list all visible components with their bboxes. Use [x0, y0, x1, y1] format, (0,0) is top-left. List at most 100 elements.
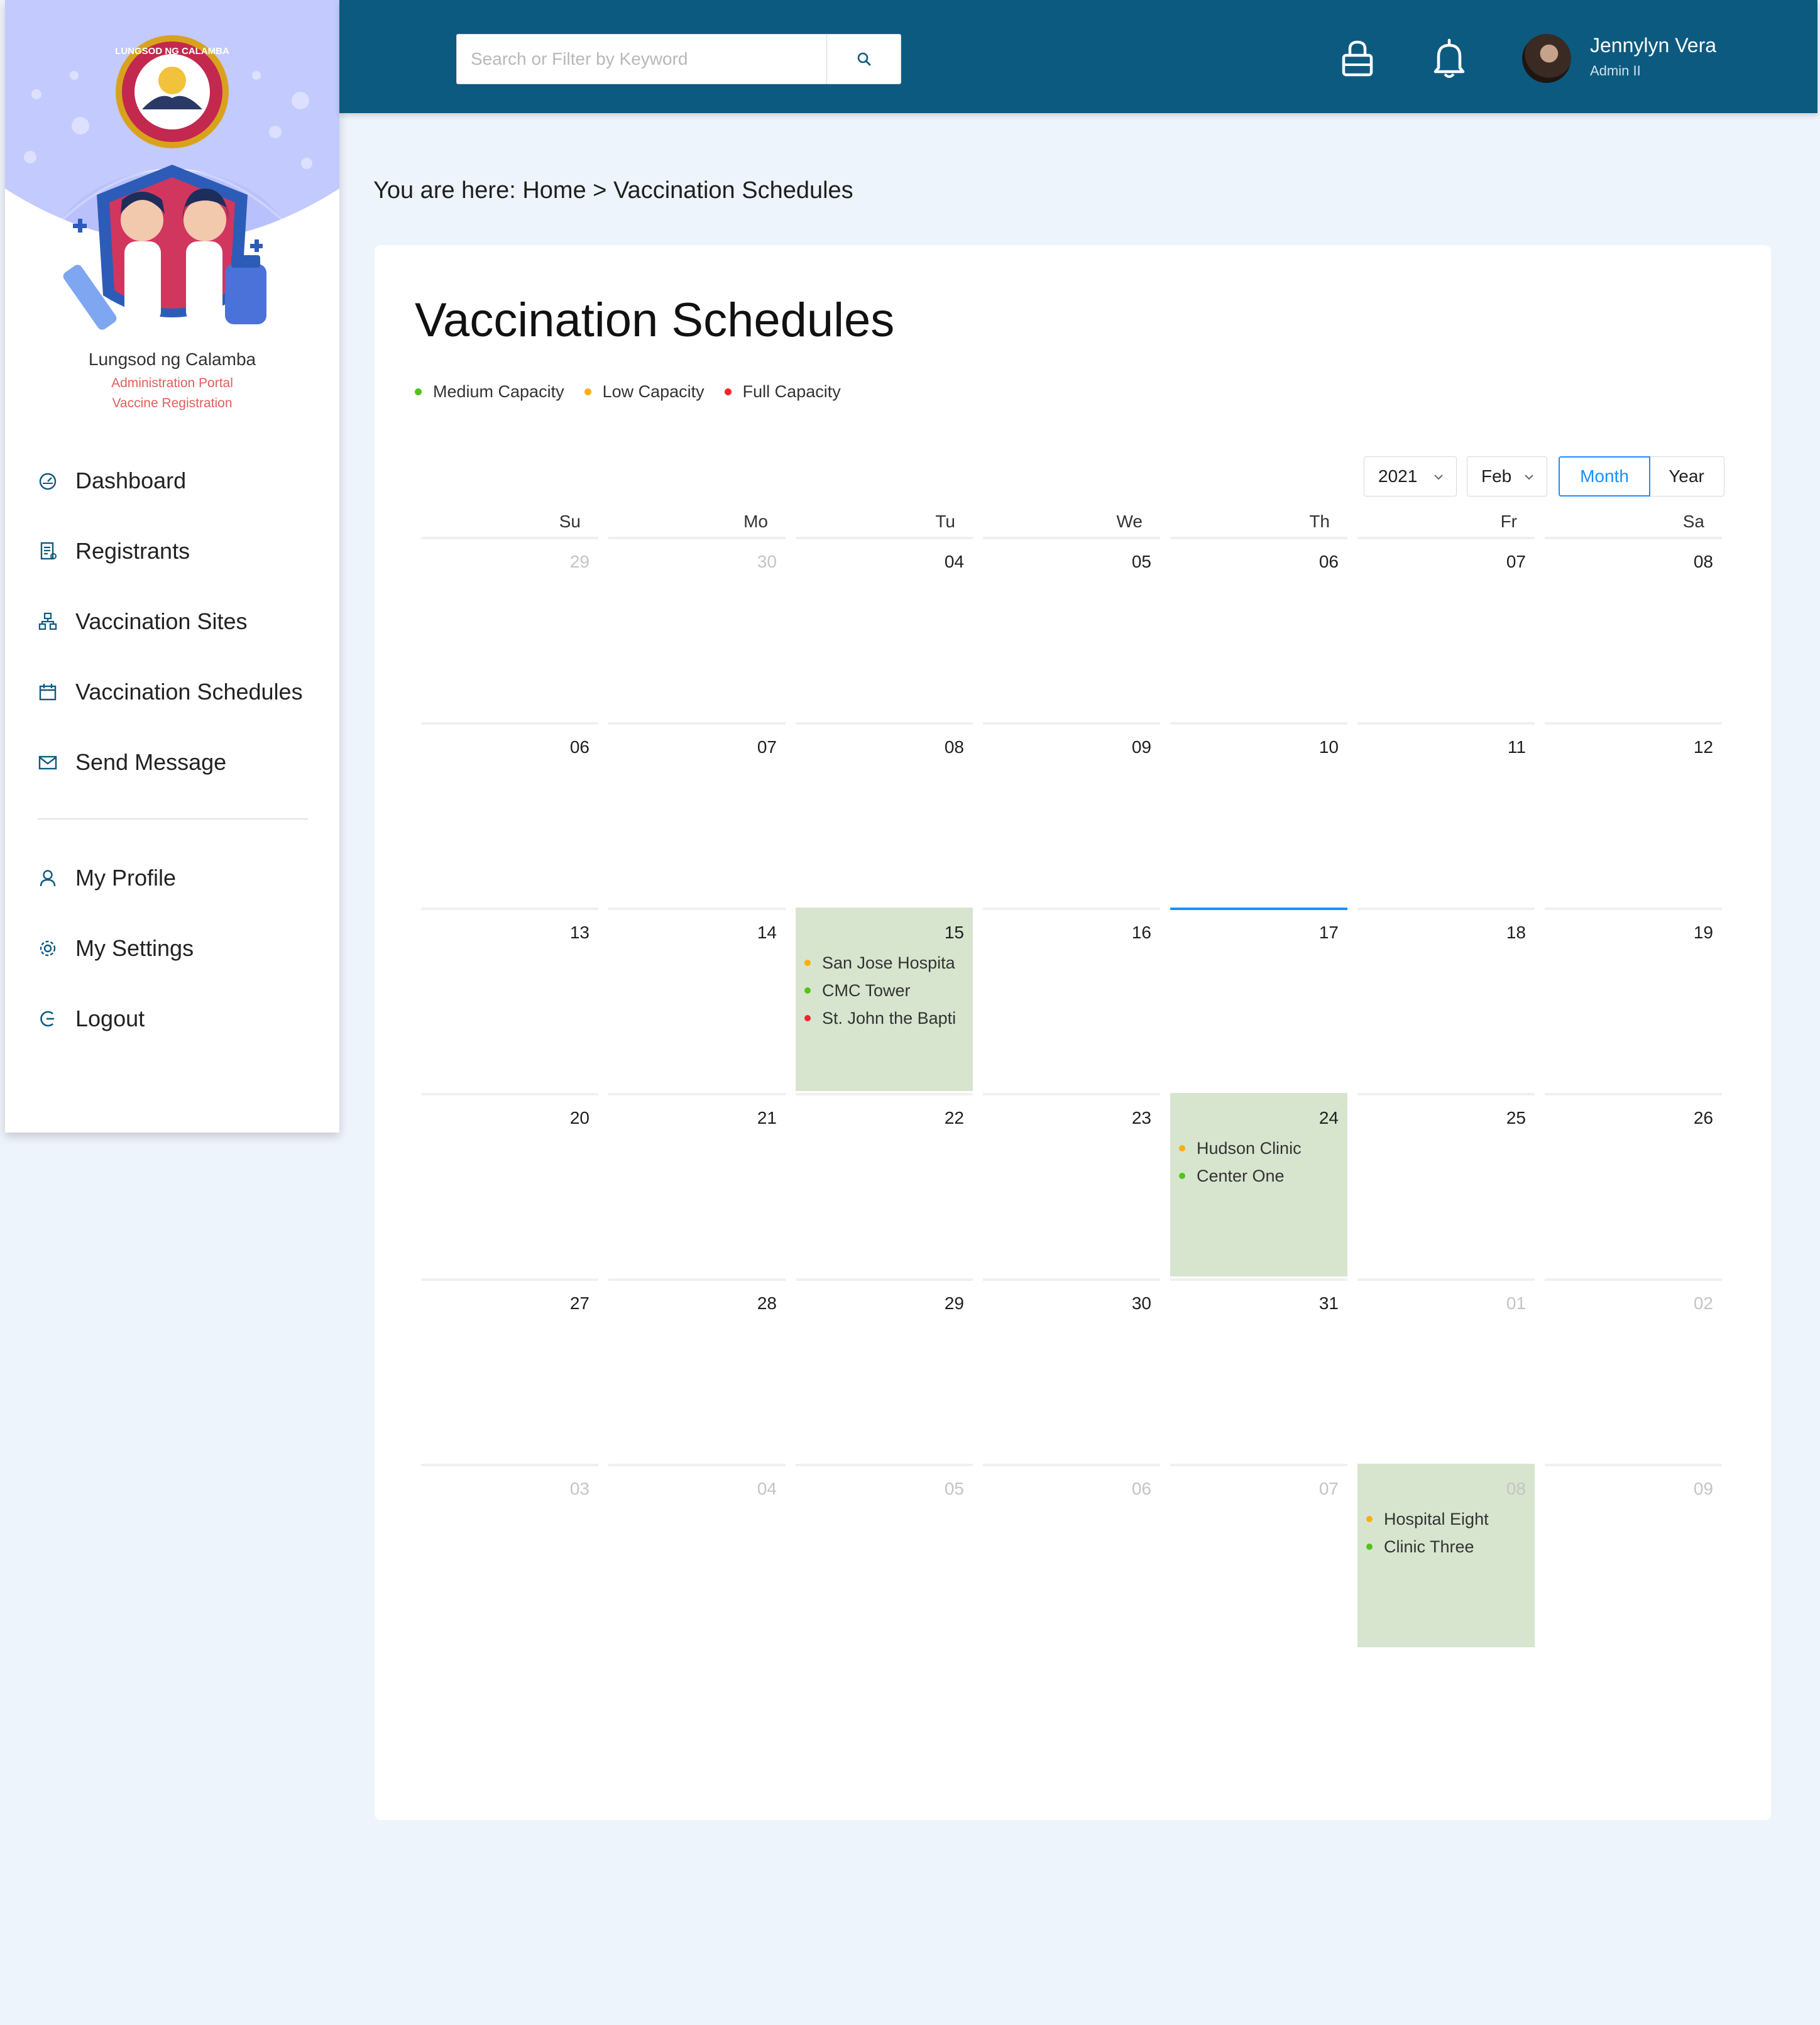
schedule-event[interactable]: Center One	[1179, 1162, 1344, 1190]
event-list: Hospital Eight Clinic Three	[1366, 1505, 1531, 1561]
capacity-dot	[804, 960, 811, 966]
day-number: 04	[757, 1479, 777, 1498]
calendar-day-cell[interactable]: 29	[421, 537, 598, 720]
schedule-event[interactable]: Hospital Eight	[1366, 1505, 1531, 1533]
day-number: 28	[757, 1293, 777, 1313]
calendar-day-cell[interactable]: 06	[983, 1464, 1160, 1647]
day-number: 23	[1131, 1108, 1151, 1128]
calendar-day-cell[interactable]: 09	[983, 722, 1160, 906]
capacity-dot	[1366, 1544, 1373, 1550]
calendar-day-cell[interactable]: 04	[796, 537, 973, 720]
capacity-legend: Medium Capacity Low Capacity Full Capaci…	[415, 382, 861, 402]
calendar-day-cell[interactable]: 24 Hudson Clinic Center One	[1170, 1093, 1347, 1276]
calendar-day-cell[interactable]: 06	[1170, 537, 1347, 720]
calendar-day-cell[interactable]: 20	[421, 1093, 598, 1276]
sidebar-item-my-settings[interactable]: My Settings	[36, 926, 313, 970]
legend-item-medium: Medium Capacity	[415, 382, 564, 402]
weekday-label: Su	[559, 512, 581, 531]
calendar-day-cell[interactable]: 29	[796, 1278, 973, 1462]
schedule-event[interactable]: CMC Tower	[804, 977, 969, 1004]
schedule-event[interactable]: Clinic Three	[1366, 1533, 1531, 1561]
legend-label: Full Capacity	[742, 382, 841, 401]
sidebar-item-label: Send Message	[75, 749, 227, 775]
calendar-day-cell[interactable]: 27	[421, 1278, 598, 1462]
breadcrumb-home[interactable]: Home	[522, 177, 586, 204]
calendar-day-cell[interactable]: 30	[983, 1278, 1160, 1462]
calendar-day-cell[interactable]: 14	[608, 908, 786, 1091]
sidebar-item-vaccination-schedules[interactable]: Vaccination Schedules	[36, 670, 313, 714]
calendar-day-cell[interactable]: 15 San Jose Hospita CMC Tower St. John the …	[796, 908, 973, 1091]
schedule-event[interactable]: Hudson Clinic	[1179, 1134, 1344, 1162]
calendar-day-cell[interactable]: 26	[1545, 1093, 1722, 1276]
schedule-card: Vaccination Schedules Medium Capacity Lo…	[375, 245, 1771, 1820]
sites-icon	[36, 610, 59, 633]
calendar-day-cell[interactable]: 13	[421, 908, 598, 1091]
breadcrumb-prefix: You are here:	[373, 177, 523, 204]
calendar-day-cell[interactable]: 17	[1170, 908, 1347, 1091]
brand-name: Lungsod ng Calamba	[88, 349, 256, 369]
day-number: 07	[1506, 552, 1526, 571]
calendar-day-cell[interactable]: 02	[1545, 1278, 1722, 1462]
day-number: 06	[569, 737, 589, 757]
calendar-day-cell[interactable]: 04	[608, 1464, 786, 1647]
sidebar-item-label: Vaccination Sites	[75, 608, 248, 634]
calendar-day-cell[interactable]: 19	[1545, 908, 1722, 1091]
day-number: 10	[1318, 737, 1339, 757]
calendar-day-cell[interactable]: 25	[1357, 1093, 1535, 1276]
day-number: 31	[1318, 1293, 1339, 1313]
notifications-button[interactable]	[1429, 36, 1469, 80]
calendar-day-cell[interactable]: 07	[1170, 1464, 1347, 1647]
weekday-label: Sa	[1682, 512, 1704, 531]
calendar-day-cell[interactable]: 01	[1357, 1278, 1535, 1462]
sidebar-item-registrants[interactable]: Registrants	[36, 529, 313, 573]
mail-icon	[36, 751, 59, 774]
mode-year-button[interactable]: Year	[1649, 456, 1724, 497]
calendar-day-cell[interactable]: 03	[421, 1464, 598, 1647]
schedule-event[interactable]: St. John the Bapti	[804, 1004, 969, 1032]
calendar-day-cell[interactable]: 23	[983, 1093, 1160, 1276]
avatar[interactable]	[1521, 33, 1572, 84]
day-number: 17	[1318, 923, 1339, 942]
legend-label: Low Capacity	[602, 382, 704, 401]
search-button[interactable]	[826, 35, 901, 84]
lock-button[interactable]	[1337, 36, 1378, 80]
sidebar-item-label: Vaccination Schedules	[75, 679, 303, 705]
capacity-dot	[1179, 1145, 1185, 1151]
calendar-day-cell[interactable]: 22	[796, 1093, 973, 1276]
day-number: 15	[944, 923, 964, 942]
calendar-day-cell[interactable]: 16	[983, 908, 1160, 1091]
search-input[interactable]	[457, 35, 826, 84]
calendar-day-cell[interactable]: 07	[1357, 537, 1535, 720]
calendar-day-cell[interactable]: 18	[1357, 908, 1535, 1091]
day-number: 18	[1506, 923, 1526, 942]
calendar-day-cell[interactable]: 06	[421, 722, 598, 906]
calendar-day-cell[interactable]: 08 Hospital Eight Clinic Three	[1357, 1464, 1535, 1647]
calendar-day-cell[interactable]: 08	[796, 722, 973, 906]
schedule-event[interactable]: San Jose Hospita	[804, 949, 969, 977]
calendar-day-cell[interactable]: 28	[608, 1278, 786, 1462]
calendar-day-cell[interactable]: 07	[608, 722, 786, 906]
capacity-dot	[804, 1015, 811, 1021]
calendar-day-cell[interactable]: 12	[1545, 722, 1722, 906]
user-name[interactable]: Jennylyn Vera	[1590, 34, 1716, 57]
calendar-day-cell[interactable]: 21	[608, 1093, 786, 1276]
calendar-day-cell[interactable]: 31	[1170, 1278, 1347, 1462]
day-number: 02	[1693, 1293, 1713, 1313]
sidebar-item-logout[interactable]: Logout	[36, 997, 313, 1041]
mode-month-button[interactable]: Month	[1559, 456, 1650, 497]
gear-icon	[36, 937, 59, 960]
month-select[interactable]: Feb	[1467, 456, 1547, 497]
calendar-day-cell[interactable]: 05	[983, 537, 1160, 720]
sidebar-item-my-profile[interactable]: My Profile	[36, 856, 313, 900]
calendar-day-cell[interactable]: 30	[608, 537, 786, 720]
year-select[interactable]: 2021	[1364, 456, 1457, 497]
sidebar-item-send-message[interactable]: Send Message	[36, 740, 313, 784]
calendar-day-cell[interactable]: 11	[1357, 722, 1535, 906]
calendar-day-cell[interactable]: 05	[796, 1464, 973, 1647]
sidebar-item-label: My Profile	[75, 865, 177, 891]
calendar-day-cell[interactable]: 08	[1545, 537, 1722, 720]
calendar-day-cell[interactable]: 10	[1170, 722, 1347, 906]
calendar-day-cell[interactable]: 09	[1545, 1464, 1722, 1647]
sidebar-item-vaccination-sites[interactable]: Vaccination Sites	[36, 600, 313, 644]
sidebar-item-dashboard[interactable]: Dashboard	[36, 459, 313, 503]
